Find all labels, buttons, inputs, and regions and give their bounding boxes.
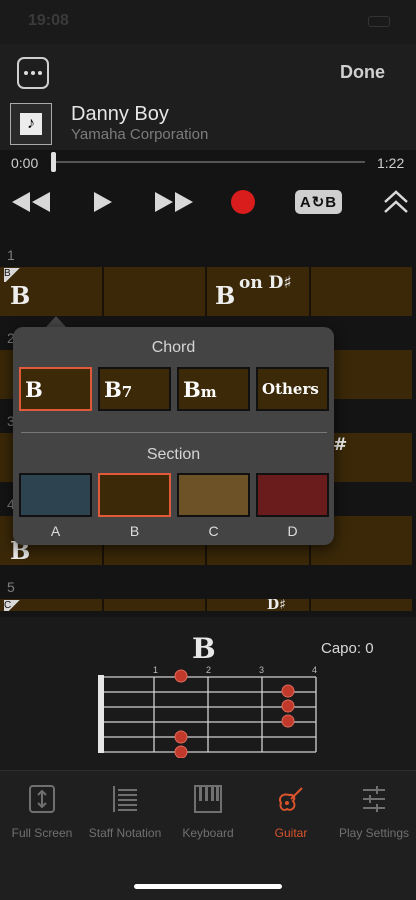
chord-option-b[interactable]: B — [19, 367, 92, 411]
section-label-c: C — [208, 523, 219, 539]
play-icon[interactable] — [92, 190, 114, 214]
guitar-chord-name: B — [192, 632, 216, 665]
section-swatch-c[interactable] — [177, 473, 250, 517]
tab-staff-notation[interactable]: Staff Notation — [85, 785, 165, 840]
album-art: ♪ — [10, 103, 52, 145]
progress-knob[interactable] — [51, 152, 56, 172]
chord-label: B — [215, 281, 236, 310]
tab-guitar[interactable]: Guitar — [251, 785, 331, 840]
measure-row-5[interactable]: C D♯ — [0, 599, 412, 611]
fret-number: 4 — [312, 665, 317, 675]
ab-repeat-button[interactable]: A↻B — [295, 190, 342, 214]
measure-cell[interactable]: B on D♯ — [207, 267, 311, 316]
sliders-icon — [363, 786, 385, 812]
nut — [98, 675, 104, 753]
section-swatch-d[interactable] — [256, 473, 329, 517]
status-time: 19:08 — [28, 12, 69, 29]
collapse-chevron-icon[interactable] — [383, 190, 409, 214]
finger-dot — [174, 745, 188, 758]
chord-fragment: D♯ — [267, 599, 286, 611]
ellipsis-icon — [24, 71, 28, 75]
tab-keyboard[interactable]: Keyboard — [168, 785, 248, 840]
section-swatch-a[interactable] — [19, 473, 92, 517]
fret-number: 2 — [206, 665, 211, 675]
measure-cell[interactable]: B B — [0, 267, 104, 316]
song-title: Danny Boy — [71, 103, 169, 125]
fret-number: 3 — [259, 665, 264, 675]
finger-dot — [281, 684, 295, 698]
song-artist: Yamaha Corporation — [71, 126, 209, 143]
finger-dot — [281, 714, 295, 728]
section-swatch-b[interactable] — [98, 473, 171, 517]
section-header: Section — [146, 446, 201, 463]
measure-cell[interactable] — [311, 267, 413, 316]
rewind-icon[interactable] — [10, 190, 52, 214]
battery-icon — [368, 16, 390, 27]
fretboard-diagram: 1 2 3 4 — [98, 665, 317, 758]
chord-header: Chord — [151, 339, 196, 356]
total-time: 1:22 — [377, 155, 405, 171]
record-button[interactable] — [231, 190, 255, 214]
fullscreen-icon — [29, 785, 55, 813]
section-tag: B — [4, 268, 22, 282]
measure-number: 5 — [7, 579, 15, 595]
measure-number: 1 — [7, 247, 15, 263]
measure-cell[interactable] — [104, 267, 207, 316]
chord-option-b7[interactable]: B7 — [98, 367, 171, 411]
finger-dot — [174, 730, 188, 744]
progress-track[interactable] — [53, 161, 365, 163]
popup-divider — [21, 432, 327, 433]
home-indicator — [134, 884, 282, 889]
status-bar: 19:08 — [0, 0, 416, 44]
done-button[interactable]: Done — [340, 62, 385, 83]
measure-row-1[interactable]: B B B on D♯ — [0, 267, 412, 316]
tab-play-settings[interactable]: Play Settings — [334, 785, 414, 840]
tab-full-screen[interactable]: Full Screen — [2, 785, 82, 840]
guitar-icon — [279, 787, 303, 811]
capo-label: Capo: 0 — [321, 640, 374, 657]
current-time: 0:00 — [11, 155, 39, 171]
chord-option-others[interactable]: Others — [256, 367, 329, 411]
fret-number: 1 — [153, 665, 158, 675]
chord-option-bm[interactable]: Bm — [177, 367, 250, 411]
music-note-icon: ♪ — [20, 113, 42, 135]
chord-label: B — [10, 281, 31, 310]
more-options-button[interactable] — [17, 57, 49, 89]
finger-dot — [281, 699, 295, 713]
staff-notation-icon — [113, 786, 137, 812]
chord-bass-label: on D♯ — [239, 273, 292, 293]
section-label-b: B — [129, 523, 140, 539]
fast-forward-icon[interactable] — [153, 190, 195, 214]
keyboard-icon — [194, 785, 222, 813]
chord-section-popup: Chord B B7 Bm Others Section A B C D — [13, 327, 334, 545]
popup-arrow — [46, 316, 66, 327]
section-label-a: A — [50, 523, 61, 539]
section-tag: C — [4, 600, 22, 611]
section-label-d: D — [287, 523, 298, 539]
finger-dot — [174, 669, 188, 683]
